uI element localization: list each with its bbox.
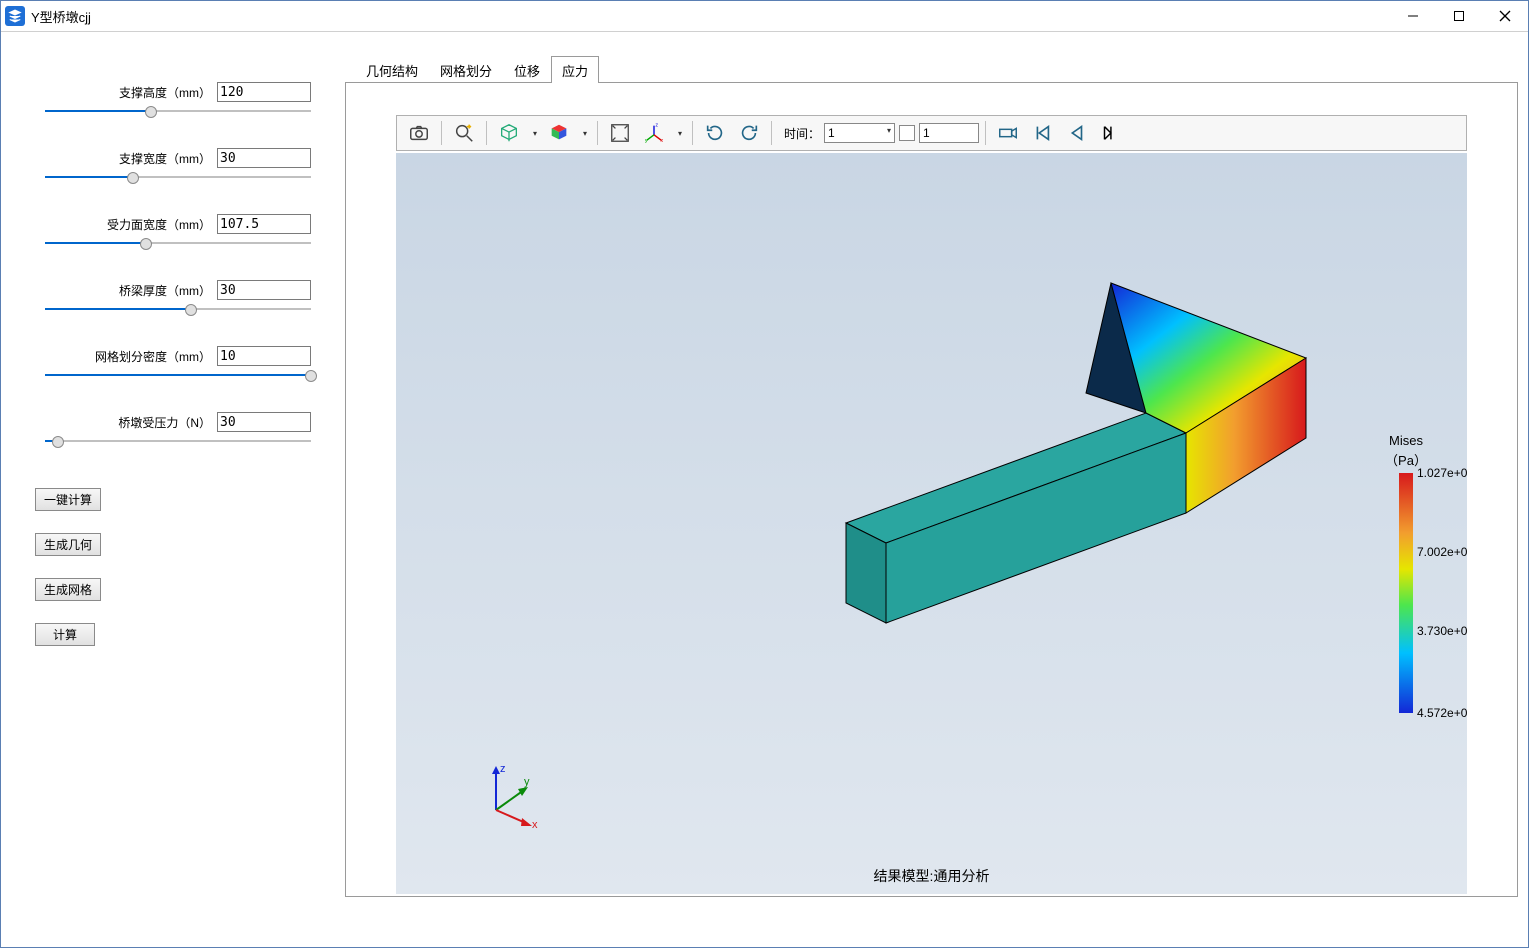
tab-0[interactable]: 几何结构 <box>355 56 429 83</box>
quick-zoom-button[interactable] <box>448 118 480 148</box>
param-input-0[interactable] <box>217 82 311 102</box>
param-input-1[interactable] <box>217 148 311 168</box>
param-2: 受力面宽度（mm） <box>31 214 311 250</box>
more-button[interactable] <box>1094 118 1126 148</box>
param-label-0: 支撑高度（mm） <box>119 84 211 101</box>
time-label: 时间： <box>784 125 820 142</box>
param-label-4: 网格划分密度（mm） <box>95 348 211 365</box>
maximize-button[interactable] <box>1436 1 1482 31</box>
generate-mesh-button[interactable]: 生成网格 <box>35 578 101 601</box>
svg-text:x: x <box>532 819 538 830</box>
svg-text:y: y <box>524 776 530 788</box>
skip-start-button[interactable] <box>1026 118 1058 148</box>
param-slider-0[interactable] <box>45 104 311 118</box>
legend-tick: 4.572e+03 <box>1417 706 1467 720</box>
param-slider-2[interactable] <box>45 236 311 250</box>
tab-bar: 几何结构网格划分位移应力 <box>345 58 1518 82</box>
minimize-button[interactable] <box>1390 1 1436 31</box>
param-slider-5[interactable] <box>45 434 311 448</box>
time-end-button[interactable] <box>899 125 915 141</box>
legend-tick: 7.002e+04 <box>1417 545 1467 559</box>
param-slider-4[interactable] <box>45 368 311 382</box>
param-1: 支撑宽度（mm） <box>31 148 311 184</box>
tab-1[interactable]: 网格划分 <box>429 56 503 83</box>
legend-title-1: Mises <box>1361 433 1451 448</box>
window-title: Y型桥墩cjj <box>31 7 91 26</box>
app-icon <box>5 6 25 26</box>
camera-icon[interactable] <box>992 118 1024 148</box>
tab-3[interactable]: 应力 <box>551 56 599 83</box>
calculate-button[interactable]: 计算 <box>35 623 95 646</box>
xyz-triad: z y x <box>476 760 546 830</box>
result-canvas[interactable]: z y x 结果模型:通用分析 Mises （Pa） 1.027e+057.00… <box>396 153 1467 894</box>
viewer-toolbar: z y x 时间： <box>396 115 1467 151</box>
param-slider-3[interactable] <box>45 302 311 316</box>
param-3: 桥梁厚度（mm） <box>31 280 311 316</box>
legend-tick: 3.730e+04 <box>1417 624 1467 638</box>
param-input-5[interactable] <box>217 412 311 432</box>
view-cube-dropdown[interactable] <box>493 118 541 148</box>
time-combo[interactable] <box>824 123 895 143</box>
param-input-2[interactable] <box>217 214 311 234</box>
tab-2[interactable]: 位移 <box>503 56 551 83</box>
param-label-5: 桥墩受压力（N） <box>118 414 211 431</box>
param-label-3: 桥梁厚度（mm） <box>119 282 211 299</box>
app-window: Y型桥墩cjj 支撑高度（mm） 支撑宽度（mm） <box>0 0 1529 948</box>
main-area: 几何结构网格划分位移应力 <box>341 32 1528 947</box>
param-label-2: 受力面宽度（mm） <box>107 216 211 233</box>
viewer-frame: z y x 时间： <box>345 82 1518 897</box>
rotate-cw-button[interactable] <box>699 118 731 148</box>
axis-dropdown[interactable]: z y x <box>638 118 686 148</box>
param-label-1: 支撑宽度（mm） <box>119 150 211 167</box>
param-4: 网格划分密度（mm） <box>31 346 311 382</box>
color-cube-dropdown[interactable] <box>543 118 591 148</box>
titlebar: Y型桥墩cjj <box>1 1 1528 32</box>
fit-view-button[interactable] <box>604 118 636 148</box>
svg-text:z: z <box>655 123 658 129</box>
time-step-input[interactable] <box>919 123 979 143</box>
legend-tick: 1.027e+05 <box>1417 466 1467 480</box>
param-0: 支撑高度（mm） <box>31 82 311 118</box>
result-caption: 结果模型:通用分析 <box>874 866 990 886</box>
svg-text:y: y <box>645 138 648 144</box>
svg-text:x: x <box>660 138 663 144</box>
close-button[interactable] <box>1482 1 1528 31</box>
param-slider-1[interactable] <box>45 170 311 184</box>
screenshot-button[interactable] <box>403 118 435 148</box>
one-click-calc-button[interactable]: 一键计算 <box>35 488 101 511</box>
color-legend: Mises （Pa） 1.027e+057.002e+043.730e+044.… <box>1361 433 1451 713</box>
param-input-3[interactable] <box>217 280 311 300</box>
model-render <box>616 223 1336 683</box>
generate-geometry-button[interactable]: 生成几何 <box>35 533 101 556</box>
svg-text:z: z <box>500 763 506 775</box>
param-5: 桥墩受压力（N） <box>31 412 311 448</box>
param-input-4[interactable] <box>217 346 311 366</box>
sidebar: 支撑高度（mm） 支撑宽度（mm） 受力面宽度（mm） 桥梁厚度（mm） <box>1 32 341 947</box>
play-reverse-button[interactable] <box>1060 118 1092 148</box>
rotate-ccw-button[interactable] <box>733 118 765 148</box>
